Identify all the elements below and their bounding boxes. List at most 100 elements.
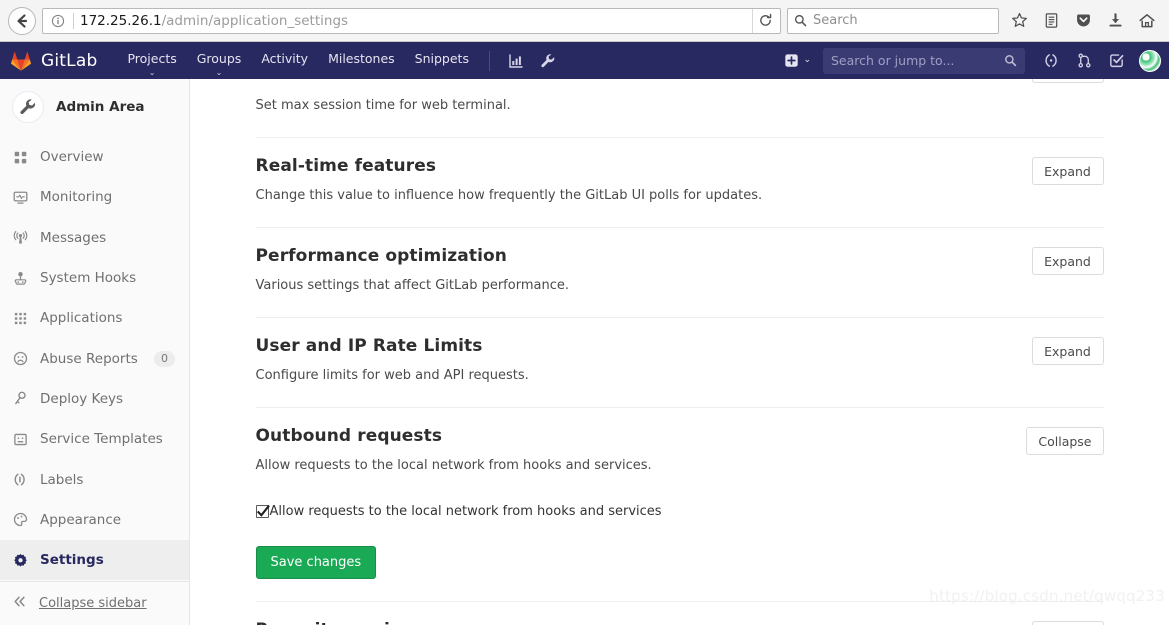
monitor-icon [12,189,28,205]
back-arrow-icon[interactable] [8,6,36,35]
sidebar-header: Admin Area [0,79,189,137]
nav-link-snippets[interactable]: Snippets [405,42,479,66]
merge-requests-icon[interactable] [1069,46,1099,76]
browser-search-input[interactable] [813,13,992,28]
collapse-button-outbound-requests[interactable]: Collapse [1026,427,1104,455]
analytics-chart-icon[interactable] [504,49,528,73]
url-host: 172.25.26.1 [80,12,162,29]
expand-button-repository-mirror[interactable] [1031,621,1104,625]
sidebar-item-service-templates[interactable]: Service Templates [0,419,189,459]
nav-link-projects[interactable]: Projects ⌄ [117,42,186,77]
url-bar[interactable]: 172.25.26.1/admin/application_settings [42,7,781,34]
sidebar-item-label: Monitoring [40,189,113,206]
nav-link-activity[interactable]: Activity [251,42,318,66]
nav-link-milestones[interactable]: Milestones [318,42,405,66]
pocket-icon[interactable] [1069,7,1097,35]
overview-grid-icon [12,149,28,165]
search-icon [794,14,807,27]
wrench-admin-icon[interactable] [536,49,560,73]
double-chevron-left-icon [12,594,27,613]
collapse-sidebar-label: Collapse sidebar [39,596,147,611]
key-icon [12,391,28,407]
plus-square-icon [785,54,799,67]
sidebar-item-applications[interactable]: Applications [0,298,189,338]
reload-icon[interactable] [752,8,778,33]
gitlab-search-box[interactable] [823,47,1025,74]
section-description: Configure limits for web and API request… [255,368,529,383]
nav-link-projects-label: Projects [127,51,177,66]
page-body: Admin Area Overview Monitoring Messages [0,79,1169,625]
library-icon[interactable] [1037,7,1065,35]
url-text: 172.25.26.1/admin/application_settings [80,9,752,33]
sidebar-footer: Collapse sidebar [0,581,189,625]
sidebar-item-list: Overview Monitoring Messages System Hook… [0,137,189,581]
page-title: Admin Area [56,99,145,115]
browser-search-box[interactable] [787,7,999,34]
palette-icon [12,512,28,528]
sidebar-item-system-hooks[interactable]: System Hooks [0,258,189,298]
gitlab-main-links: Projects ⌄ Groups ⌄ Activity Milestones … [117,42,479,79]
sidebar-item-overview[interactable]: Overview [0,137,189,177]
nav-link-activity-label: Activity [261,51,309,66]
nav-link-groups[interactable]: Groups ⌄ [187,42,252,77]
home-icon[interactable] [1133,7,1161,35]
broadcast-icon [12,230,28,246]
expand-button-partial[interactable] [1031,79,1104,83]
sidebar-item-label: Overview [40,149,104,166]
allow-local-network-checkbox-row[interactable]: Allow requests to the local network from… [255,503,1011,520]
settings-section-partial-top: Set max session time for web terminal. [255,79,1104,138]
browser-toolbar: 172.25.26.1/admin/application_settings [0,0,1169,42]
section-title: Repository mirror [256,620,1016,625]
sidebar-item-abuse-reports[interactable]: Abuse Reports 0 [0,338,189,378]
settings-section-real-time-features: Real-time features Change this value to … [255,138,1104,228]
allow-local-network-checkbox[interactable] [255,504,270,518]
expand-button-real-time-features[interactable]: Expand [1031,157,1104,185]
gear-icon [12,552,28,568]
chevron-down-icon: ⌄ [803,55,811,65]
downloads-icon[interactable] [1101,7,1129,35]
sidebar-item-label: Messages [40,229,107,246]
section-description: Set max session time for web terminal. [255,98,511,113]
expand-button-performance-optimization[interactable]: Expand [1031,247,1104,275]
sidebar-item-labels[interactable]: Labels [0,459,189,499]
wrench-icon [12,91,44,123]
sidebar-item-appearance[interactable]: Appearance [0,500,189,540]
new-item-button[interactable]: ⌄ [778,53,817,68]
sidebar-item-label: System Hooks [40,270,137,287]
star-icon[interactable] [1005,7,1033,35]
labels-icon [12,472,28,488]
section-description: Allow requests to the local network from… [255,458,652,473]
settings-section-user-and-ip-rate-limits: User and IP Rate Limits Configure limits… [255,318,1104,408]
sidebar-item-deploy-keys[interactable]: Deploy Keys [0,379,189,419]
avatar[interactable] [1139,49,1161,72]
issues-icon[interactable] [1037,46,1067,76]
section-title: Performance optimization [255,246,507,266]
gitlab-home-link[interactable]: GitLab [10,50,97,72]
sidebar-item-settings[interactable]: Settings [0,539,189,581]
sidebar-item-messages[interactable]: Messages [0,218,189,258]
nav-link-groups-label: Groups [196,51,242,66]
nav-link-milestones-label: Milestones [328,51,395,66]
todos-icon[interactable] [1101,46,1131,76]
section-title: User and IP Rate Limits [255,336,483,356]
expand-button-user-and-ip-rate-limits[interactable]: Expand [1031,337,1104,365]
sidebar-item-label: Labels [40,471,84,488]
hook-icon [12,270,28,286]
sidebar-item-monitoring[interactable]: Monitoring [0,177,189,217]
collapse-sidebar-button[interactable]: Collapse sidebar [0,582,189,625]
page-info-icon[interactable] [49,12,67,30]
gitlab-nav-right: ⌄ [778,46,1169,76]
sidebar-item-label: Deploy Keys [40,390,124,407]
save-changes-button[interactable]: Save changes [255,546,377,579]
sidebar-item-label: Appearance [40,511,122,528]
gitlab-navbar: GitLab Projects ⌄ Groups ⌄ Activity Mile… [0,42,1169,79]
sidebar-item-label: Applications [40,310,123,327]
abuse-face-icon [12,351,28,367]
section-description: Various settings that affect GitLab perf… [255,278,569,293]
chevron-down-icon: ⌄ [215,68,223,77]
template-icon [12,431,28,447]
nav-link-snippets-label: Snippets [414,51,469,66]
applications-grid-icon [12,310,28,326]
gitlab-search-input[interactable] [831,53,1000,68]
gitlab-brand-text: GitLab [41,50,98,71]
